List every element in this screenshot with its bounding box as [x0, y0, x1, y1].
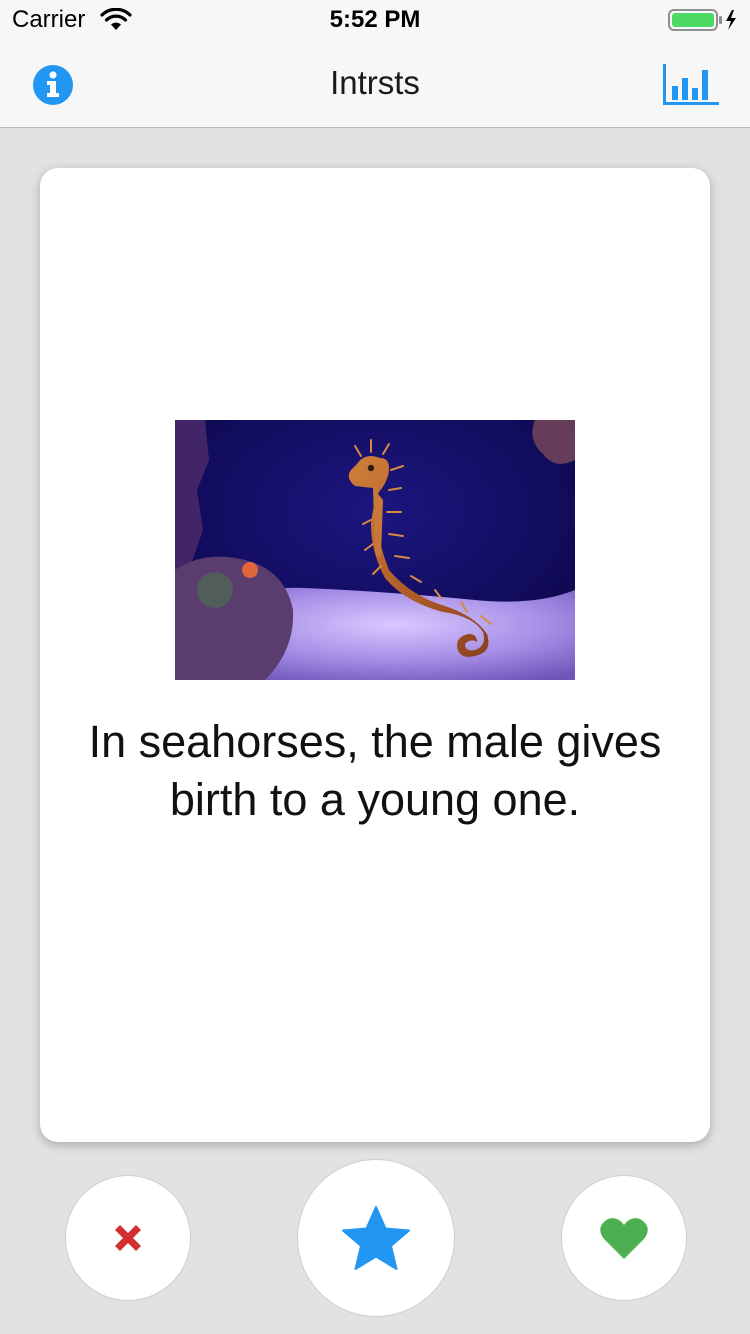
- fact-text: In seahorses, the male gives birth to a …: [88, 716, 662, 825]
- like-button[interactable]: [561, 1175, 687, 1301]
- seahorse-photo: [175, 420, 575, 680]
- close-icon: [115, 1225, 141, 1251]
- favorite-button[interactable]: [297, 1159, 455, 1317]
- heart-icon: [600, 1218, 648, 1259]
- dislike-button[interactable]: [65, 1175, 191, 1301]
- bar-chart-icon[interactable]: [660, 62, 720, 108]
- fact-card[interactable]: In seahorses, the male gives birth to a …: [40, 168, 710, 1142]
- page-title: Intrsts: [330, 64, 420, 101]
- status-time: 5:52 PM: [329, 6, 421, 33]
- battery-charging-icon: [668, 9, 736, 31]
- star-icon: [342, 1206, 410, 1270]
- status-bar: Carrier 5:52 PM: [0, 0, 750, 40]
- navigation-bar: Intrsts: [0, 40, 750, 128]
